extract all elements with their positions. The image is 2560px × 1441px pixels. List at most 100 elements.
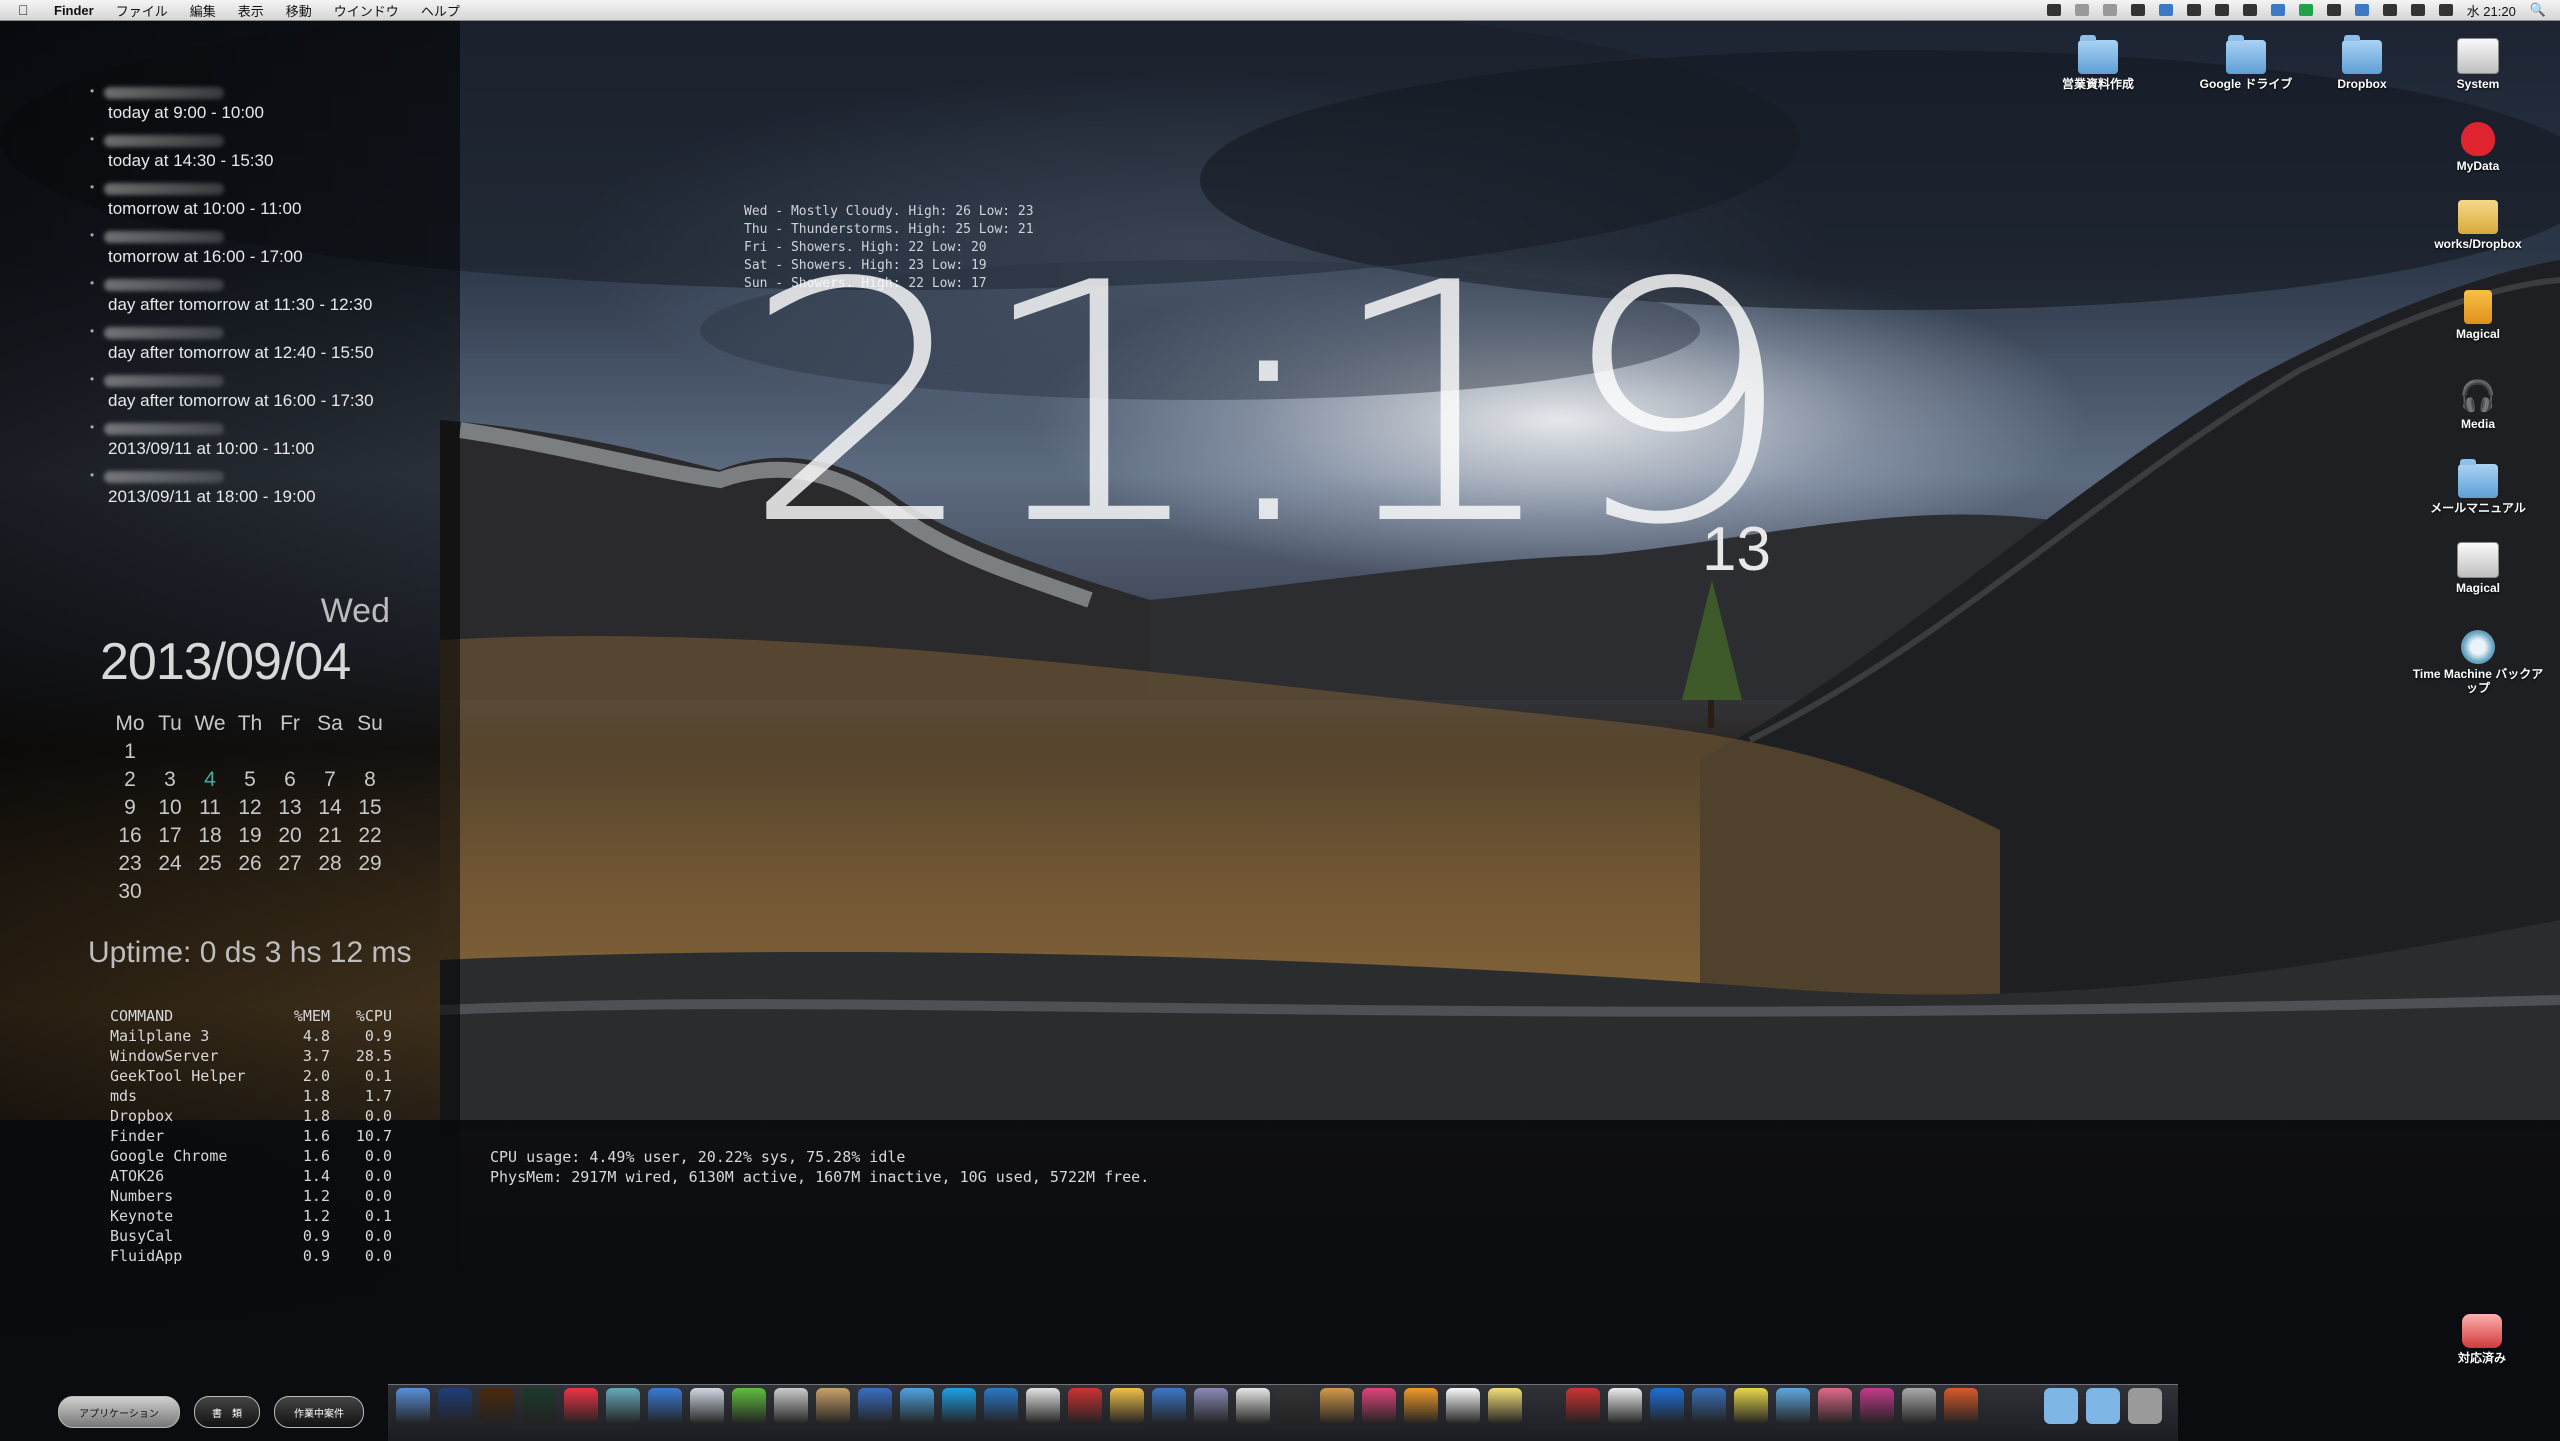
process-row: Google Chrome 1.6 0.0 <box>110 1147 392 1167</box>
desktop-icon[interactable]: Magical <box>2408 542 2548 595</box>
menu-view[interactable]: 表示 <box>238 1 264 20</box>
app-icon[interactable] <box>2158 4 2173 16</box>
sync-icon[interactable] <box>2438 4 2453 16</box>
dock-app-icon[interactable] <box>1404 1388 1438 1424</box>
input-method-icon[interactable] <box>2354 4 2369 16</box>
process-cpu: 0.0 <box>364 1187 392 1205</box>
monitor-icon[interactable] <box>2046 4 2061 16</box>
calendar-day <box>270 880 310 908</box>
dock-app-icon[interactable] <box>438 1388 472 1424</box>
bluetooth-icon[interactable] <box>2326 4 2341 16</box>
dock-app-icon[interactable] <box>1902 1388 1936 1424</box>
dock-app-icon[interactable] <box>522 1388 556 1424</box>
dock-app-icon[interactable] <box>942 1388 976 1424</box>
desktop-icon[interactable]: 営業資料作成 <box>2028 35 2168 91</box>
stack-work[interactable]: 作業中案件 <box>274 1396 364 1428</box>
dock-app-icon[interactable] <box>1650 1388 1684 1424</box>
desktop-icon[interactable]: 🎧 Media <box>2408 380 2548 431</box>
dock-app-icon[interactable] <box>1194 1388 1228 1424</box>
dock-app-icon[interactable] <box>480 1388 514 1424</box>
menu-bar:  Finder ファイル 編集 表示 移動 ウインドウ ヘルプ 水 21:20… <box>0 0 2560 21</box>
desktop-icon[interactable]: メールマニュアル <box>2408 459 2548 515</box>
dock-app-icon[interactable] <box>1608 1388 1642 1424</box>
desktop-icon[interactable]: System <box>2408 38 2548 91</box>
dock-app-icon[interactable] <box>732 1388 766 1424</box>
process-cpu: 1.7 <box>364 1087 392 1105</box>
event-time: day after tomorrow at 16:00 - 17:30 <box>108 391 374 410</box>
dock-app-icon[interactable] <box>1566 1388 1600 1424</box>
dropbox-icon[interactable] <box>2270 4 2285 16</box>
menu-help[interactable]: ヘルプ <box>421 1 460 20</box>
dock-app-icon[interactable] <box>1860 1388 1894 1424</box>
dock-folder-icon[interactable] <box>2086 1388 2120 1424</box>
menu-file[interactable]: ファイル <box>116 1 168 20</box>
dock-app-icon[interactable] <box>1278 1388 1312 1424</box>
calendar-day <box>310 740 350 768</box>
bird-icon[interactable] <box>2214 4 2229 16</box>
dock-folder-icon[interactable] <box>2044 1388 2078 1424</box>
dock-app-icon[interactable] <box>1068 1388 1102 1424</box>
dock-app-icon[interactable] <box>1488 1388 1522 1424</box>
stack-applications[interactable]: アプリケーション <box>58 1396 180 1428</box>
recycle-icon[interactable] <box>2242 4 2257 16</box>
dock-app-icon[interactable] <box>816 1388 850 1424</box>
sound-icon[interactable] <box>2382 4 2397 16</box>
dock-app-icon[interactable] <box>900 1388 934 1424</box>
dock-app-icon[interactable] <box>1152 1388 1186 1424</box>
dock-app-icon[interactable] <box>606 1388 640 1424</box>
process-cpu: 0.9 <box>364 1027 392 1045</box>
dock-app-icon[interactable] <box>690 1388 724 1424</box>
calendar-day: 5 <box>244 768 256 791</box>
dock-app-icon[interactable] <box>1236 1388 1270 1424</box>
window-icon[interactable] <box>2074 4 2089 16</box>
dock-app-icon[interactable] <box>1320 1388 1354 1424</box>
desktop-icon[interactable]: Time Machine バックアップ <box>2408 630 2548 695</box>
dock-app-icon[interactable] <box>1776 1388 1810 1424</box>
desktop-icon[interactable]: MyData <box>2408 122 2548 173</box>
month-calendar: Mo Tu We Th Fr Sa Su 1 2 3 4 5 6 7 8 9 10 11 12 13 14… <box>110 712 390 908</box>
menu-finder[interactable]: Finder <box>54 3 94 18</box>
dock-app-icon[interactable] <box>564 1388 598 1424</box>
desktop-icon[interactable]: Magical <box>2408 290 2548 341</box>
apple-menu-icon[interactable]:  <box>18 2 36 18</box>
desktop-icon[interactable]: 対応済み <box>2412 1314 2552 1365</box>
bullet-icon: • <box>90 420 95 434</box>
dock-app-icon[interactable] <box>1110 1388 1144 1424</box>
dock-app-icon[interactable] <box>1692 1388 1726 1424</box>
evernote-icon[interactable] <box>2298 4 2313 16</box>
dock-app-icon[interactable] <box>1026 1388 1060 1424</box>
dock-app-icon[interactable] <box>984 1388 1018 1424</box>
screens-icon[interactable] <box>2130 4 2145 16</box>
dock-app-icon[interactable] <box>1944 1388 1978 1424</box>
menu-window[interactable]: ウインドウ <box>334 1 399 20</box>
dock-app-icon[interactable] <box>1734 1388 1768 1424</box>
calendar-day: 2 <box>124 768 136 791</box>
desktop-icon-label: Magical <box>2455 327 2500 341</box>
dock-app-icon[interactable] <box>1818 1388 1852 1424</box>
dock-app-icon[interactable] <box>774 1388 808 1424</box>
calendar-day: 22 <box>358 824 382 847</box>
menu-go[interactable]: 移動 <box>286 1 312 20</box>
calendar-day: 21 <box>318 824 342 847</box>
process-mem: 1.6 <box>302 1147 330 1165</box>
dock-app-icon[interactable] <box>858 1388 892 1424</box>
stack-documents[interactable]: 書 類 <box>194 1396 260 1428</box>
spotlight-icon[interactable]: 🔍 <box>2530 2 2546 18</box>
bullet-icon: • <box>90 132 95 146</box>
desktop-icon-label: 営業資料作成 <box>2061 77 2134 91</box>
more-icon[interactable] <box>2102 4 2117 16</box>
menu-edit[interactable]: 編集 <box>190 1 216 20</box>
weekday-label: Wed <box>320 592 390 630</box>
dock-app-icon[interactable] <box>1446 1388 1480 1424</box>
folder-icon <box>2078 35 2118 74</box>
dock-app-icon[interactable] <box>396 1388 430 1424</box>
wifi-icon[interactable] <box>2410 4 2425 16</box>
desktop-icon[interactable]: works/Dropbox <box>2408 200 2548 251</box>
date-label: 2013/09/04 <box>100 633 351 691</box>
scissors-icon[interactable] <box>2186 4 2201 16</box>
dock-app-icon[interactable] <box>648 1388 682 1424</box>
calendar-day: 8 <box>364 768 376 791</box>
menubar-clock[interactable]: 水 21:20 <box>2467 1 2516 20</box>
trash-icon[interactable] <box>2128 1388 2162 1424</box>
dock-app-icon[interactable] <box>1362 1388 1396 1424</box>
